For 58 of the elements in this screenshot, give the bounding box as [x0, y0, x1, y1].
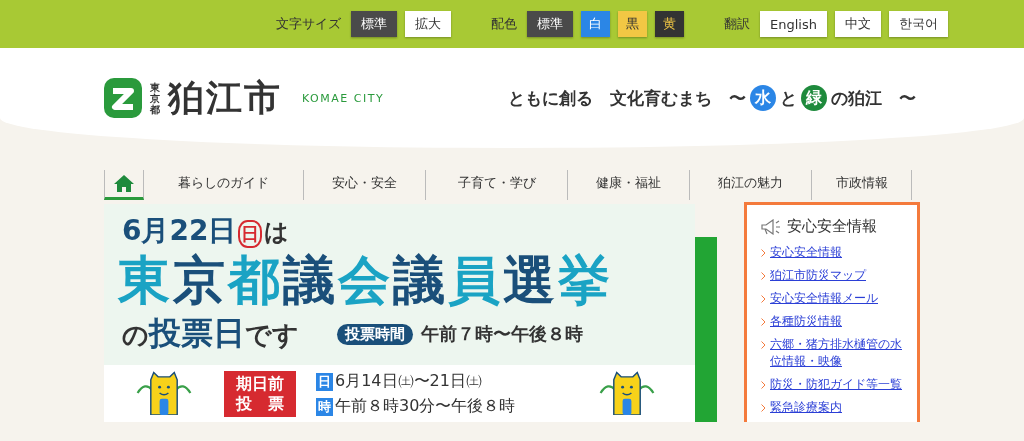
weekday-label: 日 [238, 220, 263, 248]
election-title: 東京都議会議員選挙 [118, 250, 614, 310]
prefecture-label: 東京都 [150, 81, 160, 115]
date-suffix: は [264, 217, 290, 248]
tagline-text: の狛江 〜 [831, 86, 916, 110]
tagline-text: と [780, 86, 797, 110]
safety-info-link[interactable]: 狛江市防災マップ [770, 267, 866, 284]
voting-hours: 午前７時〜午後８時 [421, 322, 583, 346]
font-size-button[interactable]: 標準 [351, 11, 397, 37]
safety-info-link[interactable]: 六郷・猪方排水樋管の水位情報・映像 [770, 336, 907, 370]
chevron-icon [761, 295, 766, 303]
color-scheme-label: 配色 [491, 15, 517, 33]
safety-info-link[interactable]: 防災・防犯ガイド等一覧 [770, 376, 902, 393]
nav-tab[interactable]: 健康・福祉 [568, 170, 690, 200]
nav-tab[interactable]: 狛江の魅力 [690, 170, 812, 200]
voting-hours-label: 投票時間 [337, 323, 413, 345]
election-date: 6月22日 [122, 213, 237, 249]
font-size-button[interactable]: 拡大 [405, 11, 451, 37]
safety-info-link[interactable]: 安心安全情報メール [770, 290, 878, 307]
color-scheme-button[interactable]: 黄 [655, 11, 684, 37]
tagline-circle: 水 [750, 85, 776, 111]
chevron-icon [761, 318, 766, 326]
nav-tab[interactable]: 子育て・学び [426, 170, 568, 200]
panel-title: 安心安全情報 [787, 217, 877, 236]
home-icon [114, 175, 134, 192]
language-button[interactable]: 中文 [834, 11, 881, 37]
chevron-icon [761, 249, 766, 257]
city-name-english: KOMAE CITY [302, 91, 385, 105]
translation-label: 翻訳 [724, 15, 750, 33]
election-banner[interactable]: 6月22日 日 は 東京都議会議員選挙 の投票日です 投票時間 午前７時〜午後８時 期日前 投 票 日 6月14日㈯〜21日㈯ 時 午前８時30分〜午後８時 [104, 204, 695, 422]
city-emblem-icon [104, 78, 142, 118]
language-button[interactable]: 한국어 [888, 11, 948, 37]
early-voting-badge: 日 [316, 372, 333, 391]
tagline-text: ともに創る 文化育むまち 〜 [508, 86, 746, 110]
early-voting-badge: 時 [316, 397, 333, 416]
early-voting-text: 6月14日㈯〜21日㈯ [335, 371, 482, 393]
chevron-icon [761, 341, 766, 349]
megaphone-icon [761, 218, 781, 235]
color-scheme-button[interactable]: 標準 [527, 11, 573, 37]
early-voting-text: 午前８時30分〜午後８時 [335, 396, 516, 418]
nav-tab[interactable]: 暮らしのガイド [144, 170, 304, 200]
language-button[interactable]: English [760, 11, 827, 37]
safety-info-link[interactable]: 緊急診療案内 [770, 399, 842, 416]
election-subtitle: の投票日です [122, 313, 299, 354]
tagline-circle: 緑 [801, 85, 827, 111]
chevron-icon [761, 381, 766, 389]
color-scheme-button[interactable]: 白 [581, 11, 610, 37]
color-scheme-button[interactable]: 黒 [618, 11, 647, 37]
chevron-icon [761, 272, 766, 280]
font-size-label: 文字サイズ [276, 15, 341, 33]
safety-info-link[interactable]: 安心安全情報 [770, 244, 842, 261]
home-button[interactable] [104, 170, 144, 200]
chevron-icon [761, 404, 766, 412]
city-name: 狛江市 [168, 75, 282, 120]
safety-info-link[interactable]: 各種防災情報 [770, 313, 842, 330]
nav-tab[interactable]: 安心・安全 [304, 170, 426, 200]
early-voting-label: 期日前 投 票 [224, 371, 296, 418]
nav-tab[interactable]: 市政情報 [812, 170, 912, 200]
